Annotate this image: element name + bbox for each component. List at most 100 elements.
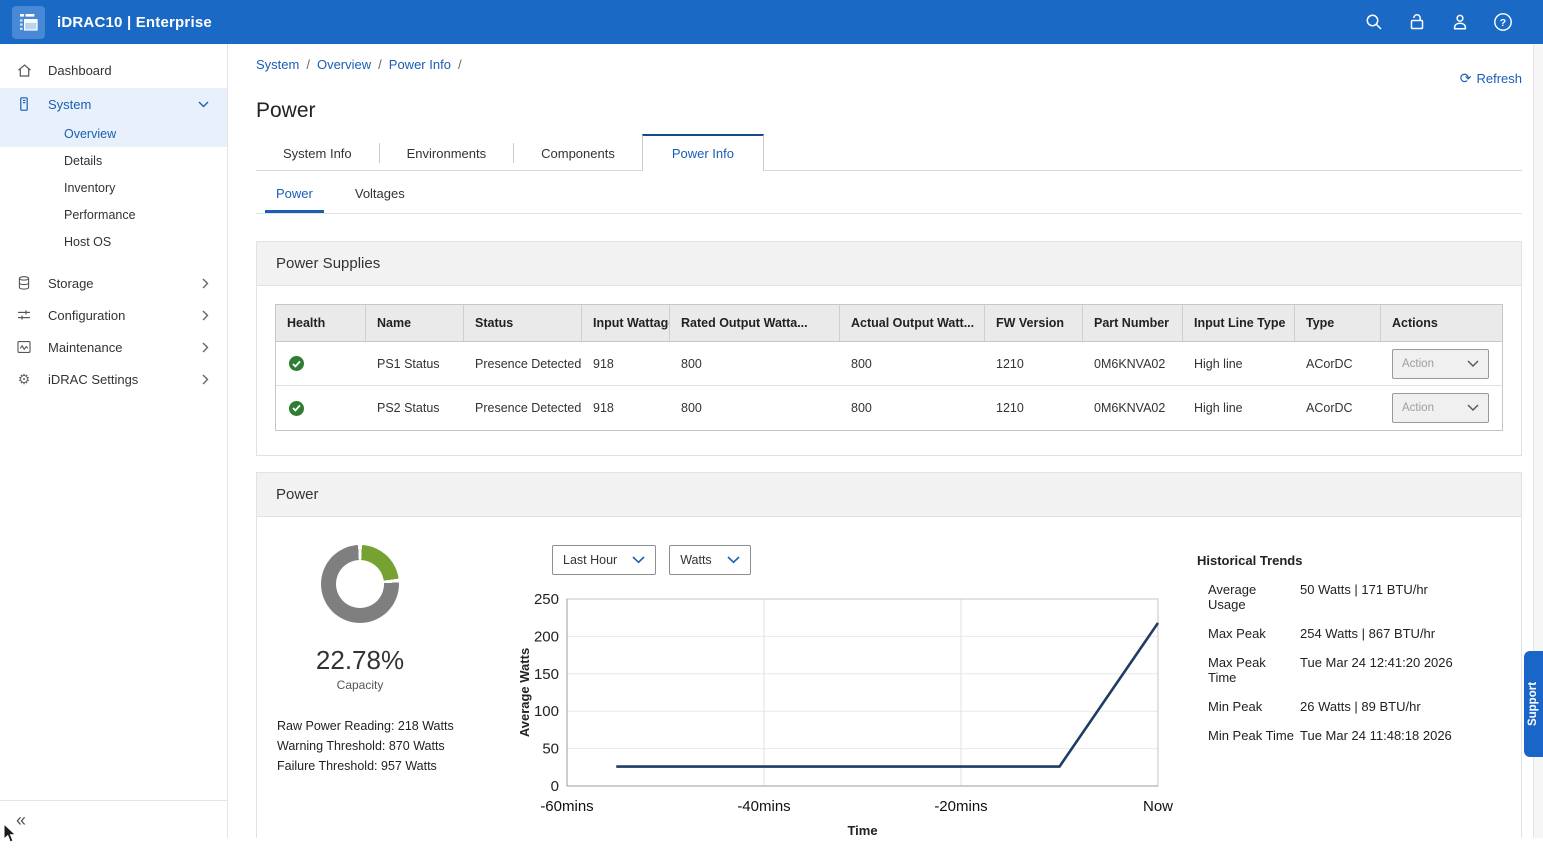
col-fw-version: FW Version <box>985 305 1083 341</box>
mouse-cursor <box>2 824 18 849</box>
failure-threshold: Failure Threshold: 957 Watts <box>277 756 517 776</box>
sidebar: Dashboard System Overview Details Inven <box>0 44 228 838</box>
col-part-number: Part Number <box>1083 305 1183 341</box>
ps-fw-version: 1210 <box>985 386 1083 430</box>
refresh-button[interactable]: ⟳ Refresh <box>1460 70 1522 87</box>
col-actions: Actions <box>1381 305 1502 341</box>
ps-name: PS1 Status <box>366 342 464 385</box>
trend-label: Max Peak <box>1208 626 1294 641</box>
svg-text:-40mins: -40mins <box>737 798 790 815</box>
svg-text:Average Watts: Average Watts <box>517 648 532 737</box>
ps-part-number: 0M6KNVA02 <box>1083 342 1183 385</box>
breadcrumb-separator: / <box>306 57 310 72</box>
activity-chart-icon <box>0 339 48 355</box>
breadcrumb-system[interactable]: System <box>256 57 299 72</box>
svg-text:Now: Now <box>1143 798 1173 815</box>
sidebar-item-details[interactable]: Details <box>0 147 227 174</box>
server-icon <box>0 96 48 112</box>
svg-text:?: ? <box>1500 17 1506 29</box>
raw-power-reading: Raw Power Reading: 218 Watts <box>277 716 517 736</box>
chevron-down-icon <box>198 101 209 108</box>
sidebar-item-label: Storage <box>48 276 94 291</box>
breadcrumb-power-info[interactable]: Power Info <box>389 57 451 72</box>
sidebar-item-overview[interactable]: Overview <box>0 120 227 147</box>
unlock-icon[interactable] <box>1405 10 1429 34</box>
ps-actual-output: 800 <box>840 386 985 430</box>
trend-row: Min Peak 26 Watts | 89 BTU/hr <box>1197 699 1511 714</box>
tab-bar: System Info Environments Components Powe… <box>256 136 1522 171</box>
table-header-row: Health Name Status Input Wattage Rated O… <box>276 305 1502 342</box>
col-input-line-type: Input Line Type <box>1183 305 1295 341</box>
ps-type: ACorDC <box>1295 386 1381 430</box>
storage-icon <box>0 275 48 291</box>
chevron-right-icon <box>202 342 209 353</box>
svg-text:100: 100 <box>534 703 559 720</box>
sidebar-item-storage[interactable]: Storage <box>0 267 227 299</box>
svg-text:-60mins: -60mins <box>540 798 593 815</box>
svg-text:150: 150 <box>534 666 559 683</box>
historical-trends: Historical Trends Average Usage 50 Watts… <box>1181 545 1511 838</box>
trend-value: 26 Watts | 89 BTU/hr <box>1300 699 1421 714</box>
breadcrumb-overview[interactable]: Overview <box>317 57 371 72</box>
top-bar: iDRAC10 | Enterprise ? <box>0 0 1543 44</box>
ps-input-line-type: High line <box>1183 342 1295 385</box>
tab-system-info[interactable]: System Info <box>256 137 379 170</box>
refresh-icon: ⟳ <box>1460 70 1472 87</box>
sidebar-item-configuration[interactable]: Configuration <box>0 299 227 331</box>
trend-row: Min Peak Time Tue Mar 24 11:48:18 2026 <box>1197 728 1511 743</box>
trend-label: Min Peak <box>1208 699 1294 714</box>
sidebar-item-label: System <box>48 97 91 112</box>
trend-value: 50 Watts | 171 BTU/hr <box>1300 582 1428 612</box>
sidebar-item-host-os[interactable]: Host OS <box>0 228 227 255</box>
capacity-donut-chart <box>321 545 399 623</box>
subtab-power[interactable]: Power <box>265 177 324 213</box>
power-history-line-chart: 050100150200250-60mins-40mins-20minsNowT… <box>517 585 1177 838</box>
power-supplies-title: Power Supplies <box>257 242 1521 286</box>
power-history-chart-area: Last Hour Watts 050100150200250-60mins-4… <box>517 545 1177 838</box>
tab-components[interactable]: Components <box>514 137 642 170</box>
table-row-ps2: PS2 Status Presence Detected 918 800 800… <box>276 386 1502 430</box>
historical-trends-title: Historical Trends <box>1197 553 1511 568</box>
sidebar-footer: « <box>0 800 227 838</box>
home-icon <box>0 62 48 79</box>
gear-icon: ⚙ <box>0 371 48 388</box>
chevron-right-icon <box>202 310 209 321</box>
sidebar-item-dashboard[interactable]: Dashboard <box>0 52 227 88</box>
action-dropdown[interactable]: Action <box>1392 349 1489 379</box>
tab-power-info[interactable]: Power Info <box>642 134 764 171</box>
col-health: Health <box>276 305 366 341</box>
user-icon[interactable] <box>1448 10 1472 34</box>
unit-dropdown[interactable]: Watts <box>669 545 750 575</box>
trend-value: Tue Mar 24 11:48:18 2026 <box>1300 728 1452 743</box>
ps-input-wattage: 918 <box>582 386 670 430</box>
sidebar-item-label: Maintenance <box>48 340 122 355</box>
sidebar-item-system[interactable]: System <box>0 88 227 120</box>
svg-text:200: 200 <box>534 628 559 645</box>
support-tab[interactable]: Support <box>1524 651 1543 757</box>
sidebar-item-label: Inventory <box>64 181 115 195</box>
action-dropdown[interactable]: Action <box>1392 393 1489 423</box>
help-icon[interactable]: ? <box>1491 10 1515 34</box>
table-row-ps1: PS1 Status Presence Detected 918 800 800… <box>276 342 1502 386</box>
svg-text:-20mins: -20mins <box>934 798 987 815</box>
warning-threshold: Warning Threshold: 870 Watts <box>277 736 517 756</box>
trend-row: Average Usage 50 Watts | 171 BTU/hr <box>1197 582 1511 612</box>
col-type: Type <box>1295 305 1381 341</box>
sidebar-item-performance[interactable]: Performance <box>0 201 227 228</box>
trend-label: Max Peak Time <box>1208 655 1294 685</box>
power-supplies-table: Health Name Status Input Wattage Rated O… <box>275 304 1503 431</box>
tab-environments[interactable]: Environments <box>380 137 513 170</box>
sidebar-item-inventory[interactable]: Inventory <box>0 174 227 201</box>
capacity-gauge: 22.78% Capacity Raw Power Reading: 218 W… <box>277 545 517 838</box>
ps-status: Presence Detected <box>464 342 582 385</box>
chevron-right-icon <box>202 374 209 385</box>
search-icon[interactable] <box>1362 10 1386 34</box>
sidebar-item-idrac-settings[interactable]: ⚙ iDRAC Settings <box>0 363 227 395</box>
capacity-label: Capacity <box>277 678 443 692</box>
sidebar-item-maintenance[interactable]: Maintenance <box>0 331 227 363</box>
ps-part-number: 0M6KNVA02 <box>1083 386 1183 430</box>
subtab-voltages[interactable]: Voltages <box>344 177 416 213</box>
breadcrumb-separator: / <box>378 57 382 72</box>
time-range-dropdown[interactable]: Last Hour <box>552 545 656 575</box>
svg-text:250: 250 <box>534 591 559 608</box>
